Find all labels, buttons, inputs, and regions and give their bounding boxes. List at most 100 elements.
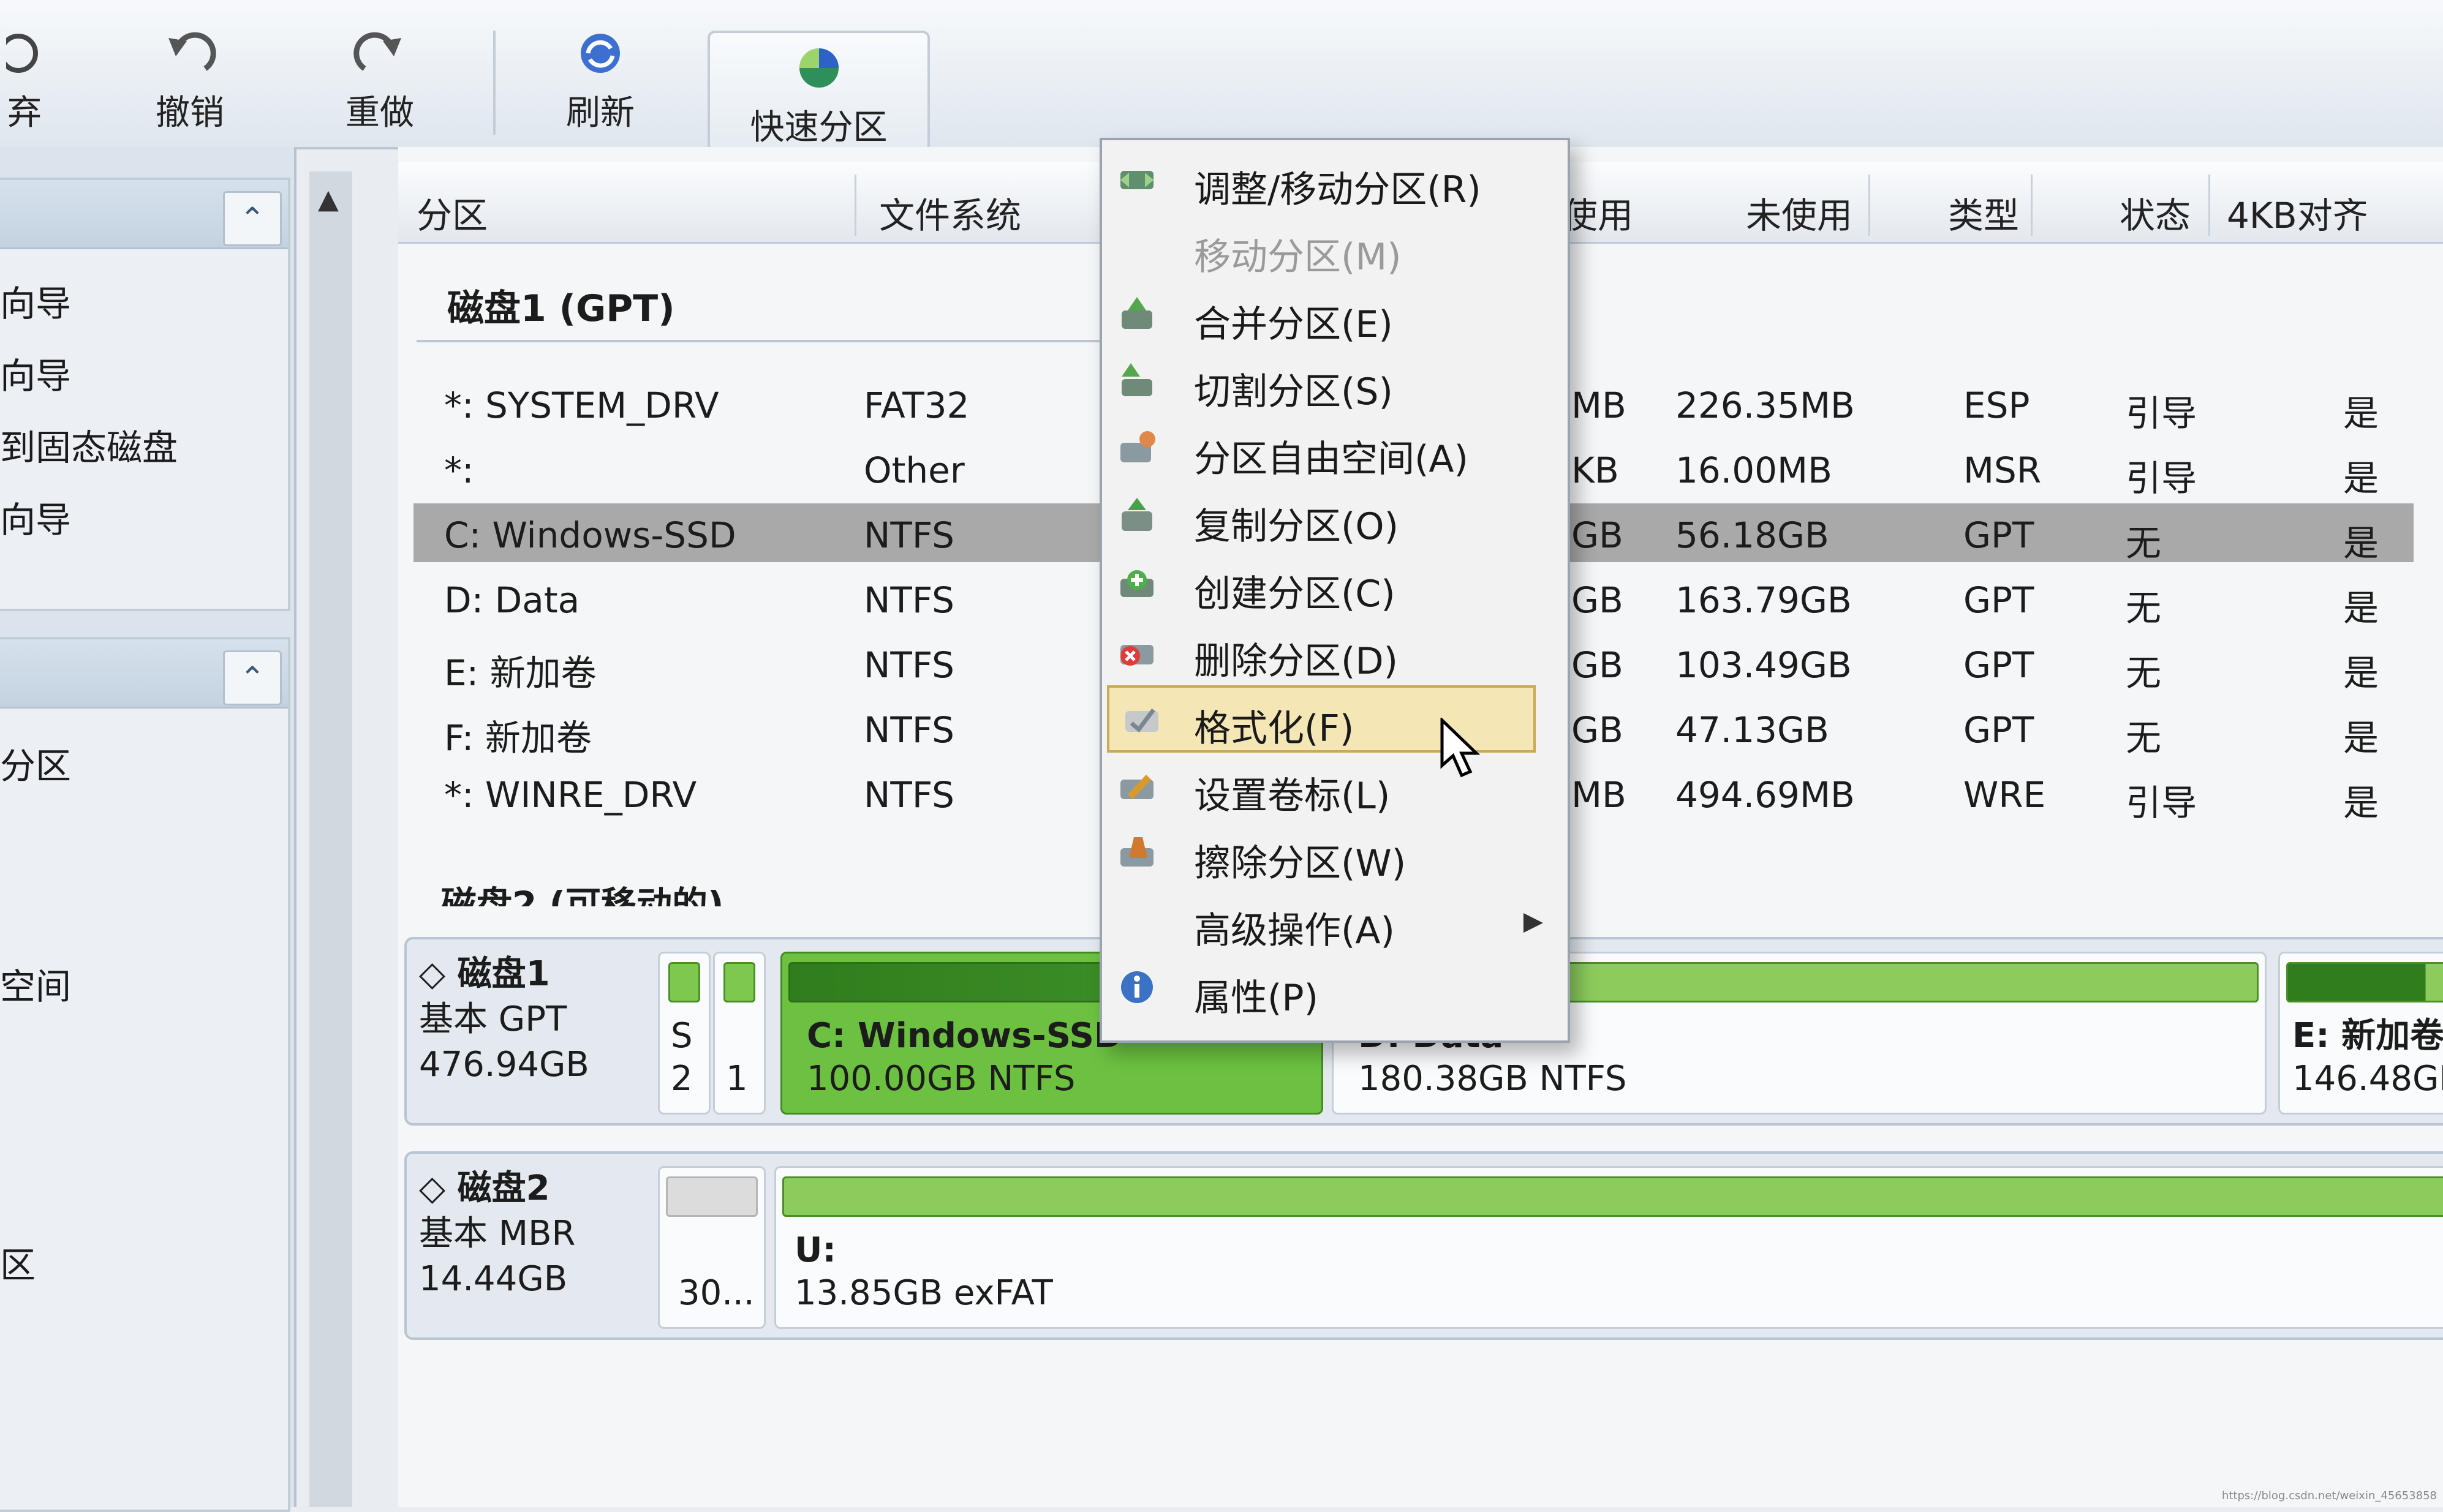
discard-label: 弃 <box>7 93 42 133</box>
partition-fs: FAT32 <box>864 385 970 426</box>
partition-used: MB <box>1571 385 1626 426</box>
sidebar-item-wizard-4[interactable]: 向导 <box>0 491 71 543</box>
usage-bar <box>782 1176 2443 1217</box>
menu-label: 属性(P) <box>1194 977 1318 1020</box>
column-divider <box>855 175 856 236</box>
discard-icon <box>6 34 38 73</box>
sidebar-panel-header: ⌃ <box>0 180 288 249</box>
disk1-partition-system[interactable]: S2 <box>658 952 711 1115</box>
menu-label: 设置卷标(L) <box>1194 775 1391 818</box>
disk1-partition-e[interactable]: E: 新加卷146.48GB <box>2278 952 2443 1115</box>
partition-name: *: WINRE_DRV <box>444 774 697 816</box>
partition-type: WRE <box>1963 774 2046 816</box>
col-header-used[interactable]: 使用 <box>1562 187 1633 238</box>
sidebar-item-space[interactable]: 空间 <box>0 958 71 1009</box>
disk2-info[interactable]: ◇ 磁盘2 基本 MBR 14.44GB <box>419 1166 640 1325</box>
toolbar-separator <box>493 31 496 135</box>
undo-button[interactable]: 撤销 <box>144 18 236 135</box>
partition-title: E: 新加卷 <box>2292 1016 2443 1056</box>
mouse-cursor-icon <box>1440 718 1481 778</box>
partition-align: 是 <box>2343 782 2379 824</box>
partition-used: MB <box>1571 774 1626 816</box>
partition-title: U: <box>795 1230 836 1270</box>
col-header-status[interactable]: 状态 <box>2120 187 2191 238</box>
col-header-unused[interactable]: 未使用 <box>1746 187 1852 238</box>
partition-name: D: Data <box>444 579 580 621</box>
partition-sub: 146.48GB <box>2292 1059 2443 1099</box>
menu-label: 高级操作(A) <box>1194 909 1395 952</box>
disk2-map: ◇ 磁盘2 基本 MBR 14.44GB 30... U: 13.85GB exF… <box>404 1151 2443 1340</box>
menu-item-split[interactable]: 切割分区(S) <box>1102 348 1568 416</box>
menu-item-set-label[interactable]: 设置卷标(L) <box>1102 753 1568 820</box>
partition-sub: 30... <box>678 1273 755 1313</box>
create-icon <box>1120 570 1154 597</box>
menu-label: 格式化(F) <box>1194 707 1354 750</box>
menu-label: 擦除分区(W) <box>1194 842 1407 885</box>
col-header-filesystem[interactable]: 文件系统 <box>879 187 1021 238</box>
col-header-4k-align[interactable]: 4KB对齐 <box>2227 187 2368 238</box>
partition-used: GB <box>1571 579 1623 621</box>
partition-status: 引导 <box>2126 393 2197 434</box>
delete-icon <box>1120 645 1154 666</box>
col-header-partition[interactable]: 分区 <box>417 187 488 238</box>
partition-unused: 56.18GB <box>1675 514 1829 556</box>
partition-status: 无 <box>2126 717 2162 759</box>
menu-item-merge[interactable]: 合并分区(E) <box>1102 281 1568 348</box>
menu-label: 调整/移动分区(R) <box>1194 168 1481 211</box>
quick-partition-button[interactable]: 快速分区 <box>708 31 930 152</box>
disk1-name: 磁盘1 <box>457 954 550 994</box>
sidebar-item-migrate-ssd[interactable]: 到固态磁盘 <box>0 419 178 470</box>
partition-type: GPT <box>1963 514 2034 556</box>
partition-used: GB <box>1571 514 1623 556</box>
partition-name: F: 新加卷 <box>444 717 592 759</box>
menu-item-resize-move[interactable]: 调整/移动分区(R) <box>1102 146 1568 214</box>
refresh-label: 刷新 <box>566 93 635 133</box>
collapse-icon[interactable]: ⌃ <box>223 650 282 705</box>
sidebar-item-partition[interactable]: 分区 <box>0 737 71 789</box>
partition-used: GB <box>1571 709 1623 751</box>
menu-item-allocate-free-space[interactable]: 分区自由空间(A) <box>1102 416 1568 483</box>
watermark: https://blog.csdn.net/weixin_45653858 <box>2221 1489 2437 1502</box>
refresh-icon <box>581 34 620 73</box>
discard-button[interactable]: 弃 <box>0 18 49 135</box>
disk2-kind: 基本 MBR <box>419 1214 576 1254</box>
partition-status: 无 <box>2126 522 2162 564</box>
partition-fs: NTFS <box>864 579 954 621</box>
refresh-button[interactable]: 刷新 <box>554 18 646 135</box>
disk1-info[interactable]: ◇ 磁盘1 基本 GPT 476.94GB <box>419 952 640 1111</box>
collapse-icon[interactable]: ⌃ <box>223 191 282 246</box>
sidebar-item-wizard-2[interactable]: 向导 <box>0 347 71 399</box>
sidebar-item-area[interactable]: 区 <box>0 1236 36 1288</box>
format-icon <box>1125 708 1158 733</box>
menu-item-copy[interactable]: 复制分区(O) <box>1102 483 1568 551</box>
menu-label: 删除分区(D) <box>1194 640 1399 683</box>
redo-button[interactable]: 重做 <box>334 18 426 135</box>
column-divider <box>2031 175 2033 236</box>
menu-item-wipe[interactable]: 擦除分区(W) <box>1102 820 1568 887</box>
disk2-partition-small[interactable]: 30... <box>658 1166 766 1329</box>
menu-item-move[interactable]: 移动分区(M) <box>1102 214 1568 281</box>
menu-item-properties[interactable]: 属性(P) <box>1102 955 1568 1022</box>
menu-item-advanced[interactable]: 高级操作(A) ▶ <box>1102 887 1568 955</box>
sidebar-panel-wizards: ⌃ 向导 向导 到固态磁盘 向导 <box>0 178 290 611</box>
column-divider <box>1868 175 1870 236</box>
scroll-up-icon[interactable]: ▲ <box>318 184 339 215</box>
disk2-partition-u[interactable]: U: 13.85GB exFAT <box>774 1166 2443 1329</box>
col-header-type[interactable]: 类型 <box>1948 187 2019 238</box>
redo-label: 重做 <box>345 93 414 133</box>
partition-used: KB <box>1571 449 1619 491</box>
menu-item-create[interactable]: 创建分区(C) <box>1102 551 1568 618</box>
sidebar-item-wizard-1[interactable]: 向导 <box>0 275 71 326</box>
disk2-name: 磁盘2 <box>457 1168 550 1208</box>
disk2-title: 磁盘2 (可移动的) <box>441 884 724 906</box>
split-icon <box>1122 363 1152 396</box>
partition-align: 是 <box>2343 457 2379 499</box>
quick-partition-label: 快速分区 <box>750 108 888 148</box>
menu-item-delete[interactable]: 删除分区(D) <box>1102 618 1568 685</box>
partition-sub: 2 <box>671 1059 693 1099</box>
menu-label: 合并分区(E) <box>1194 303 1393 346</box>
vertical-scrollbar[interactable]: ▲ <box>309 171 352 1507</box>
menu-label: 复制分区(O) <box>1194 505 1399 548</box>
disk1-partition-msr[interactable]: 1 <box>713 952 766 1115</box>
partition-status: 引导 <box>2126 457 2197 499</box>
